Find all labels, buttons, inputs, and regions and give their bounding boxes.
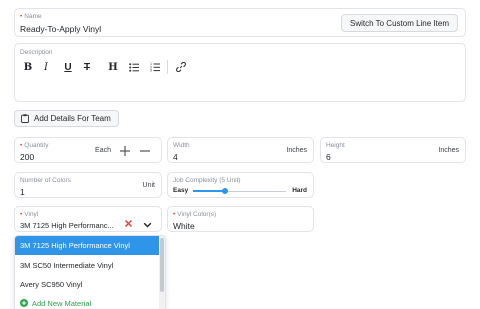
svg-text:3: 3 [150,69,152,72]
scrollbar-thumb[interactable] [160,238,164,292]
bullet-list-icon[interactable] [128,61,140,73]
vinyl-color-value: White [173,221,195,231]
link-icon[interactable] [175,61,187,73]
heading-button[interactable]: H [107,61,119,73]
add-details-label: Add Details For Team [34,114,111,123]
bold-button[interactable]: B [22,61,34,73]
complexity-min-label: Easy [173,187,189,194]
name-value: Ready-To-Apply Vinyl [20,24,102,34]
vinyl-label: • Vinyl [20,211,39,218]
complexity-label: Job Complexity (5 Unit) [173,177,241,184]
height-unit: Inches [438,147,459,154]
number-of-colors-field[interactable]: Number of Colors 1 Unit [14,172,162,198]
dropdown-option[interactable]: 3M SC50 Intermediate Vinyl [15,256,160,275]
colors-label: Number of Colors [20,177,71,184]
toolbar-divider [167,60,168,74]
slider-fill [193,190,225,192]
width-value: 4 [173,152,178,162]
colors-unit: Unit [142,182,155,189]
decrement-minus-icon[interactable] [139,144,151,156]
quantity-label: • Quantity [20,142,49,149]
plus-circle-icon [20,299,28,307]
vinyl-select[interactable]: • Vinyl 3M 7125 High Performanc... [14,206,162,232]
increment-plus-icon[interactable] [119,144,131,156]
clipboard-icon [21,114,29,123]
vinyl-colors-field[interactable]: • Vinyl Color(s) White [167,206,314,232]
strikethrough-button[interactable]: T [81,61,93,73]
dropdown-option[interactable]: Avery SC950 Vinyl [15,275,160,294]
colors-value: 1 [20,187,25,197]
width-unit: Inches [286,147,307,154]
slider-thumb[interactable] [222,188,228,194]
add-new-material-button[interactable]: Add New Material [20,296,91,309]
complexity-slider[interactable] [193,188,286,194]
description-label: Description [20,49,53,56]
width-label: Width [173,142,190,149]
dropdown-scrollbar[interactable] [159,236,165,309]
job-complexity-field[interactable]: Job Complexity (5 Unit) Easy Hard [167,172,314,198]
quantity-unit: Each [95,147,111,154]
switch-custom-line-item-button[interactable]: Switch To Custom Line Item [341,14,458,32]
height-value: 6 [326,152,331,162]
height-field[interactable]: Height 6 Inches [320,137,466,163]
height-label: Height [326,142,345,149]
add-details-button[interactable]: Add Details For Team [14,110,119,127]
complexity-max-label: Hard [292,187,307,194]
name-field[interactable]: • Name Ready-To-Apply Vinyl Switch To Cus… [14,8,466,37]
vinyl-value: 3M 7125 High Performanc... [20,221,114,230]
name-label: • Name [20,13,42,20]
clear-close-icon[interactable] [124,215,133,228]
quantity-field[interactable]: • Quantity 200 Each [14,137,162,163]
dropdown-option[interactable]: 3M 7125 High Performance Vinyl [15,236,160,255]
width-field[interactable]: Width 4 Inches [167,137,314,163]
vinyl-dropdown: 3M 7125 High Performance Vinyl 3M SC50 I… [14,235,166,309]
numbered-list-icon[interactable]: 123 [149,61,161,73]
add-new-material-label: Add New Material [32,298,92,308]
underline-button[interactable]: U [62,61,74,73]
quantity-value: 200 [20,152,35,162]
chevron-down-icon[interactable] [143,216,152,228]
vinyl-color-label: • Vinyl Color(s) [173,211,217,218]
italic-button[interactable]: I [40,61,52,73]
